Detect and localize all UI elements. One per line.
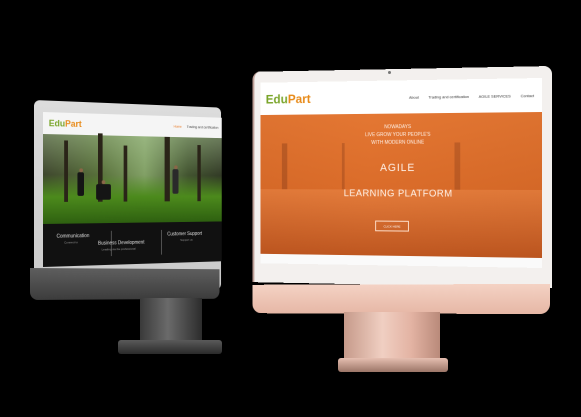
back-monitor-foot bbox=[118, 340, 222, 354]
back-monitor-chin bbox=[30, 268, 220, 300]
hero-cta-button[interactable]: CLICK HERE bbox=[375, 220, 409, 232]
hero-subheadline: LEARNING PLATFORM bbox=[343, 188, 453, 200]
hero-headline: AGILE bbox=[380, 162, 416, 174]
nav-item-training[interactable]: Trading and certification bbox=[428, 94, 469, 99]
nav-item-contact[interactable]: Contact bbox=[521, 93, 535, 98]
service-divider bbox=[161, 229, 162, 255]
person-figure bbox=[77, 172, 85, 196]
service-title-communication: Communication bbox=[56, 233, 90, 240]
front-monitor-screen: EduPart About Trading and certification … bbox=[260, 78, 542, 268]
front-monitor-foot bbox=[338, 358, 448, 372]
back-services-strip: Communication Connect to Business Develo… bbox=[43, 221, 222, 267]
back-nav-item-home[interactable]: Home bbox=[174, 125, 182, 129]
person-figure bbox=[96, 184, 111, 200]
tree-trunk bbox=[164, 136, 170, 202]
service-title-support: Customer Support bbox=[167, 231, 203, 238]
front-site-logo[interactable]: EduPart bbox=[266, 91, 311, 106]
front-monitor-stand bbox=[344, 312, 440, 364]
front-site-nav: About Trading and certification AGILE SE… bbox=[409, 93, 542, 100]
tree-trunk bbox=[123, 145, 128, 202]
hero-line-1: NOWADAYS bbox=[384, 124, 412, 131]
back-monitor-screen: EduPart Home Trading and certification C… bbox=[43, 112, 222, 267]
service-sub-support: Support us bbox=[180, 237, 193, 242]
back-hero-photo bbox=[43, 133, 222, 224]
service-sub-business: Leading via the professional bbox=[101, 246, 136, 252]
camera-icon bbox=[388, 71, 391, 74]
nav-item-agile[interactable]: AGILE SERVICES bbox=[479, 93, 511, 98]
front-hero-banner: NOWADAYS LIVE GROW YOUR PEOPLE'S WITH MO… bbox=[260, 112, 542, 258]
back-monitor-stand bbox=[140, 298, 202, 344]
service-sub-communication: Connect to bbox=[64, 240, 78, 245]
tree-trunk bbox=[64, 140, 68, 202]
person-figure bbox=[172, 169, 179, 194]
back-site-logo[interactable]: EduPart bbox=[49, 118, 82, 129]
service-title-business: Business Development bbox=[97, 239, 145, 247]
tree-trunk bbox=[197, 145, 201, 202]
front-site-header: EduPart About Trading and certification … bbox=[260, 78, 542, 116]
hero-line-2: LIVE GROW YOUR PEOPLE'S bbox=[365, 131, 431, 139]
front-monitor-chin bbox=[252, 284, 550, 314]
nav-item-about[interactable]: About bbox=[409, 94, 419, 99]
back-nav-item-training[interactable]: Trading and certification bbox=[187, 125, 218, 130]
back-site-nav: Home Trading and certification bbox=[174, 125, 222, 130]
